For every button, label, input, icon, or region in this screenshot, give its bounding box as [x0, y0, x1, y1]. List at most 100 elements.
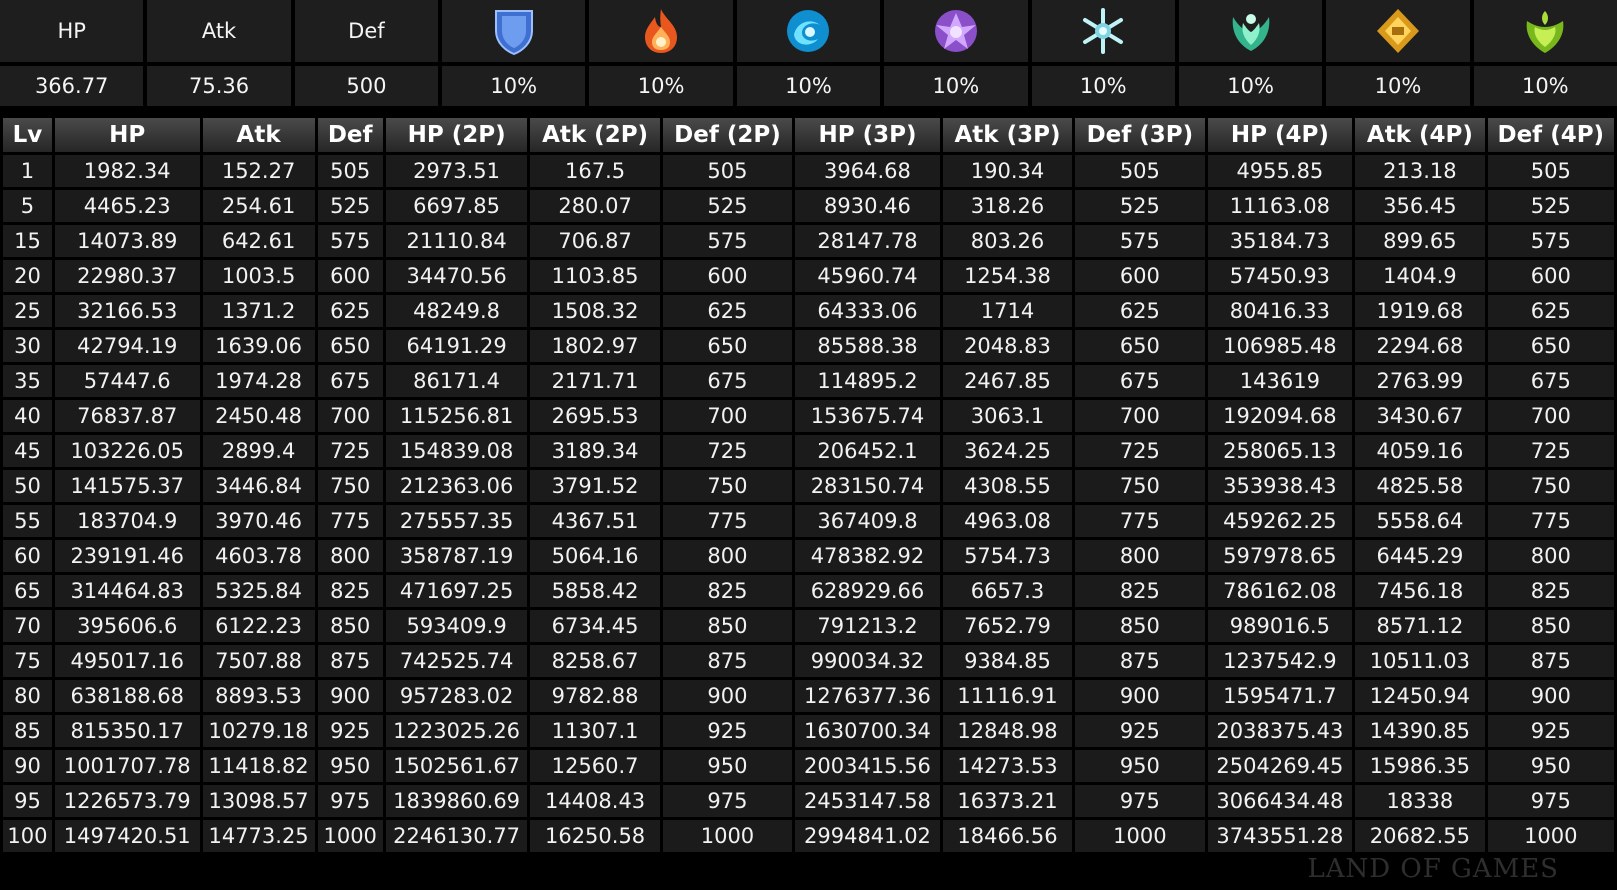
- stat-cell: 505: [1487, 155, 1614, 187]
- stat-cell: 1630700.34: [795, 715, 940, 747]
- base-stat-value: 500: [294, 66, 439, 106]
- stat-cell: 4825.58: [1355, 470, 1485, 502]
- column-header: Atk: [202, 118, 315, 152]
- level-cell: 95: [3, 785, 52, 817]
- stat-cell: 143619: [1207, 365, 1353, 397]
- column-header: Def (3P): [1075, 118, 1205, 152]
- stat-cell: 505: [662, 155, 793, 187]
- stat-cell: 700: [1487, 400, 1614, 432]
- stat-cell: 900: [1487, 680, 1614, 712]
- stat-cell: 4308.55: [942, 470, 1073, 502]
- stat-cell: 2246130.77: [385, 820, 528, 852]
- column-header: HP (2P): [385, 118, 528, 152]
- stat-cell: 642.61: [202, 225, 315, 257]
- stat-cell: 625: [1075, 295, 1205, 327]
- stat-cell: 10279.18: [202, 715, 315, 747]
- hydro-res-value: 10%: [736, 66, 881, 106]
- stat-cell: 1982.34: [54, 155, 200, 187]
- level-cell: 65: [3, 575, 52, 607]
- stat-cell: 575: [1075, 225, 1205, 257]
- stat-cell: 356.45: [1355, 190, 1485, 222]
- table-row: 40 76837.87 2450.48 700 115256.81 2695.53 700 1…: [3, 400, 1614, 432]
- base-stats-panel: HP 366.77 Atk 75.36 Def 500 10% 10% 10% …: [0, 0, 1617, 108]
- stat-cell: 11116.91: [942, 680, 1073, 712]
- stat-cell: 575: [1487, 225, 1614, 257]
- stat-cell: 750: [662, 470, 793, 502]
- stat-cell: 525: [1487, 190, 1614, 222]
- stat-cell: 1714: [942, 295, 1073, 327]
- column-header: Atk (4P): [1355, 118, 1485, 152]
- stat-cell: 1497420.51: [54, 820, 200, 852]
- stat-cell: 8930.46: [795, 190, 940, 222]
- stat-cell: 3970.46: [202, 505, 315, 537]
- stat-cell: 800: [1075, 540, 1205, 572]
- stat-cell: 76837.87: [54, 400, 200, 432]
- stat-cell: 791213.2: [795, 610, 940, 642]
- stat-cell: 2003415.56: [795, 750, 940, 782]
- stat-cell: 775: [1075, 505, 1205, 537]
- table-header-row: Lv HP Atk Def HP (2P) Atk (2P) Def (2P) HP (3P)…: [3, 118, 1614, 152]
- level-cell: 20: [3, 260, 52, 292]
- stat-cell: 1371.2: [202, 295, 315, 327]
- stat-cell: 2695.53: [530, 400, 660, 432]
- stat-cell: 4955.85: [1207, 155, 1353, 187]
- table-row: 20 22980.37 1003.5 600 34470.56 1103.85 600 459…: [3, 260, 1614, 292]
- stat-cell: 12560.7: [530, 750, 660, 782]
- stat-cell: 2504269.45: [1207, 750, 1353, 782]
- level-cell: 30: [3, 330, 52, 362]
- table-row: 60 239191.46 4603.78 800 358787.19 5064.16 800…: [3, 540, 1614, 572]
- stat-cell: 650: [1487, 330, 1614, 362]
- stat-cell: 14773.25: [202, 820, 315, 852]
- stat-cell: 1103.85: [530, 260, 660, 292]
- stat-cell: 48249.8: [385, 295, 528, 327]
- stat-cell: 775: [1487, 505, 1614, 537]
- geo-element-icon: [1376, 9, 1419, 53]
- anemo-res: 10%: [1178, 0, 1323, 108]
- stat-cell: 1802.97: [530, 330, 660, 362]
- table-row: 1 1982.34 152.27 505 2973.51 167.5 505 3964.68 1…: [3, 155, 1614, 187]
- stat-cell: 8571.12: [1355, 610, 1485, 642]
- stat-cell: 11418.82: [202, 750, 315, 782]
- table-row: 100 1497420.51 14773.25 1000 2246130.77 16250…: [3, 820, 1614, 852]
- stat-cell: 675: [1487, 365, 1614, 397]
- stat-cell: 64333.06: [795, 295, 940, 327]
- level-cell: 1: [3, 155, 52, 187]
- level-cell: 85: [3, 715, 52, 747]
- stat-cell: 18338: [1355, 785, 1485, 817]
- stat-cell: 141575.37: [54, 470, 200, 502]
- stat-cell: 57447.6: [54, 365, 200, 397]
- stat-cell: 254.61: [202, 190, 315, 222]
- column-header: HP (4P): [1207, 118, 1353, 152]
- stat-cell: 2973.51: [385, 155, 528, 187]
- cryo-res-value: 10%: [1031, 66, 1175, 106]
- stat-cell: 786162.08: [1207, 575, 1353, 607]
- stat-cell: 20682.55: [1355, 820, 1485, 852]
- stat-cell: 12450.94: [1355, 680, 1485, 712]
- stat-cell: 4059.16: [1355, 435, 1485, 467]
- table-row: 30 42794.19 1639.06 650 64191.29 1802.97 650 85…: [3, 330, 1614, 362]
- stat-cell: 957283.02: [385, 680, 528, 712]
- stat-cell: 85588.38: [795, 330, 940, 362]
- column-header: Def: [317, 118, 383, 152]
- stat-cell: 5858.42: [530, 575, 660, 607]
- stat-cell: 600: [1487, 260, 1614, 292]
- stat-cell: 7652.79: [942, 610, 1073, 642]
- stat-cell: 650: [317, 330, 383, 362]
- stat-cell: 1919.68: [1355, 295, 1485, 327]
- stat-cell: 1639.06: [202, 330, 315, 362]
- base-stat-label: Def: [294, 0, 439, 62]
- stat-cell: 22980.37: [54, 260, 200, 292]
- stat-cell: 825: [662, 575, 793, 607]
- stat-cell: 975: [662, 785, 793, 817]
- stat-cell: 750: [1075, 470, 1205, 502]
- stat-cell: 9782.88: [530, 680, 660, 712]
- level-cell: 90: [3, 750, 52, 782]
- stat-cell: 115256.81: [385, 400, 528, 432]
- stat-cell: 900: [662, 680, 793, 712]
- stat-cell: 1974.28: [202, 365, 315, 397]
- stat-cell: 850: [317, 610, 383, 642]
- stat-cell: 3063.1: [942, 400, 1073, 432]
- base-stat-value: 366.77: [0, 66, 144, 106]
- stat-cell: 3189.34: [530, 435, 660, 467]
- stat-cell: 525: [662, 190, 793, 222]
